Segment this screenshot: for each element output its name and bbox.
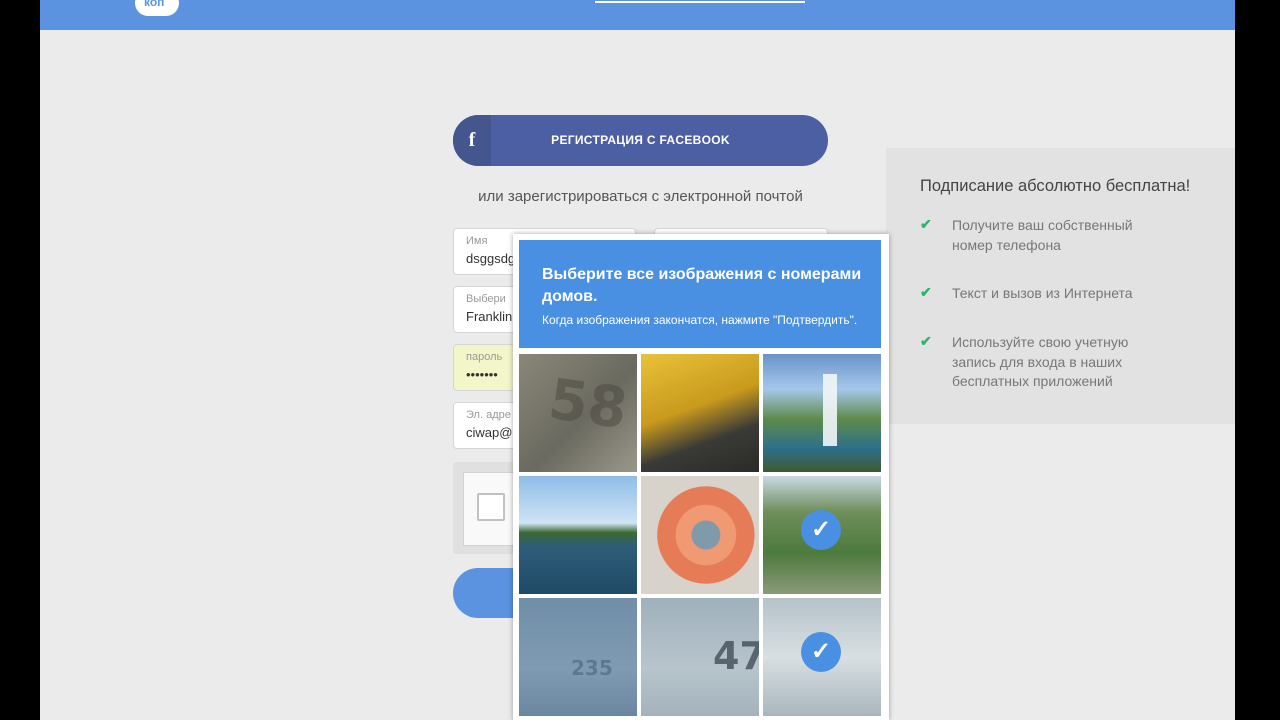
benefit-item: ✔ Используйте свою учетную запись для вх… bbox=[920, 333, 1180, 393]
benefit-text: Используйте свою учетную запись для вход… bbox=[952, 334, 1129, 389]
waterfall-stream bbox=[823, 374, 837, 446]
facebook-signup-label: РЕГИСТРАЦИЯ С FACEBOOK bbox=[551, 133, 730, 147]
benefit-text: Текст и вызов из Интернета bbox=[952, 285, 1133, 301]
password-value: ••••••• bbox=[466, 367, 498, 382]
checkmark-icon: ✔ bbox=[920, 284, 932, 300]
email-value: ciwap@ bbox=[466, 425, 513, 440]
challenge-title: Выберите все изображения с номерами домо… bbox=[542, 266, 862, 305]
benefits-panel: Подписание абсолютно бесплатна! ✔ Получи… bbox=[886, 148, 1235, 424]
top-nav-bar: коп bbox=[40, 0, 1235, 30]
building-facade-image[interactable]: ✓ bbox=[763, 598, 881, 716]
or-email-text: или зарегистрироваться с электронной поч… bbox=[478, 188, 803, 205]
house-number-stone-image[interactable]: 58 bbox=[519, 354, 637, 472]
nav-link-underline[interactable] bbox=[595, 0, 805, 3]
signup-page: коп f РЕГИСТРАЦИЯ С FACEBOOK или зарегис… bbox=[40, 0, 1235, 720]
benefit-text: Получите ваш собственный номер телефона bbox=[952, 217, 1133, 253]
selected-check-icon: ✓ bbox=[801, 510, 841, 550]
password-label: пароль bbox=[466, 351, 503, 363]
yellow-fabric-image[interactable] bbox=[641, 354, 759, 472]
facebook-signup-button[interactable]: f РЕГИСТРАЦИЯ С FACEBOOK bbox=[453, 115, 828, 166]
river-landscape-image[interactable] bbox=[519, 476, 637, 594]
waterfall-image[interactable] bbox=[763, 354, 881, 472]
house-number-text: 235 bbox=[571, 656, 613, 680]
house-number-text: 58 bbox=[544, 366, 632, 443]
choose-value: Franklin bbox=[466, 309, 513, 324]
selected-check-icon: ✓ bbox=[801, 632, 841, 672]
logo-text: коп bbox=[144, 0, 165, 9]
name-label: Имя bbox=[466, 235, 488, 247]
house-number-47-image[interactable]: 47 bbox=[641, 598, 759, 716]
benefits-title: Подписание абсолютно бесплатна! bbox=[920, 177, 1191, 195]
recaptcha-checkbox[interactable] bbox=[477, 493, 505, 521]
name-value: dsggsdg bbox=[466, 251, 516, 266]
email-label: Эл. адре bbox=[466, 409, 511, 421]
checkmark-icon: ✔ bbox=[920, 216, 932, 232]
town-aerial-image[interactable]: ✓ bbox=[763, 476, 881, 594]
benefit-item: ✔ Получите ваш собственный номер телефон… bbox=[920, 216, 1180, 276]
recaptcha-challenge-dialog: Выберите все изображения с номерами домо… bbox=[513, 234, 889, 720]
choose-label: Выбери bbox=[466, 293, 506, 305]
flowers-bouquet-image[interactable] bbox=[641, 476, 759, 594]
checkmark-icon: ✔ bbox=[920, 333, 932, 349]
challenge-instructions: Когда изображения закончатся, нажмите "П… bbox=[542, 313, 858, 327]
benefit-item: ✔ Текст и вызов из Интернета bbox=[920, 284, 1180, 324]
house-number-text: 47 bbox=[713, 634, 759, 678]
challenge-header: Выберите все изображения с номерами домо… bbox=[519, 240, 881, 348]
house-number-wall-image[interactable]: 235 bbox=[519, 598, 637, 716]
